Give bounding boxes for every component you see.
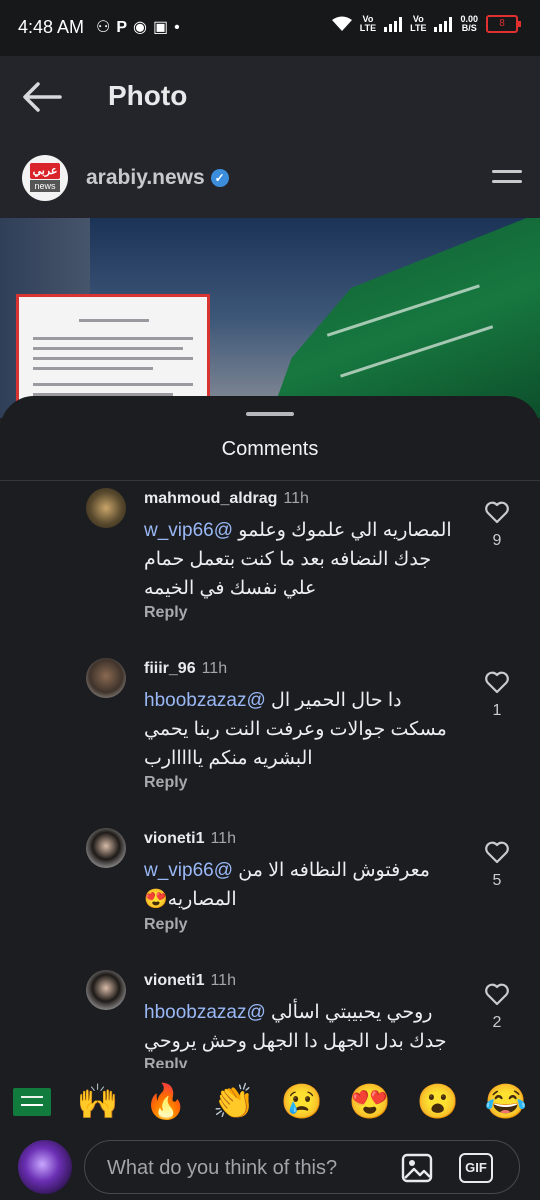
comment-text-part: روحي يحبيبتي اسألي [265, 1002, 433, 1023]
mention-link[interactable]: @w_vip66 [144, 520, 233, 541]
comment-time: 11h [201, 660, 228, 677]
logo-bottom: news [30, 180, 60, 192]
status-time: 4:48 AM [18, 17, 85, 37]
comment-text-part: جدك النضافه بعد ما كنت بتعمل حمام علي نف… [144, 549, 432, 599]
comment-item: vioneti1 11h روحي يحبيبتي اسألي @hboobzaz… [0, 970, 540, 1068]
comment-text-part: دا حال الحمير ال [265, 690, 402, 711]
net-speed-label: 0.00 B/S [460, 14, 478, 33]
like-count: 5 [492, 872, 502, 889]
post-header: عربي news arabiy.news ✓ [0, 140, 540, 218]
comment-username[interactable]: vioneti1 11h [144, 972, 236, 990]
status-system-icons: Vo LTE Vo LTE 0.00 B/S 8 [331, 14, 521, 33]
comment-item: vioneti1 11h معرفتوش النظافه الا من @w_vi… [0, 828, 540, 938]
signal-icon-1 [384, 16, 403, 32]
reply-button[interactable]: Reply [144, 1056, 188, 1068]
like-count: 1 [492, 702, 502, 719]
raised-hands-emoji-button[interactable]: 🙌 [77, 1082, 119, 1122]
comment-time: 11h [283, 490, 309, 507]
drag-handle[interactable] [246, 412, 294, 416]
logo-top: عربي [30, 163, 60, 179]
laughing-emoji-button[interactable]: 😂 [485, 1082, 527, 1122]
commenter-avatar[interactable] [86, 658, 126, 698]
user-avatar[interactable] [18, 1140, 72, 1194]
comment-text: دا حال الحمير ال @hboobzazaz مسكت جوالات… [144, 686, 460, 773]
status-notification-icons: ⚇P◉▣• [96, 17, 186, 37]
comment-composer: GIF [0, 1134, 540, 1200]
comment-text: روحي يحبيبتي اسألي @hboobzazaz جدك بدل ا… [144, 998, 460, 1056]
like-count: 2 [492, 1014, 502, 1031]
battery-icon: 8 [486, 15, 521, 33]
cast-icon: ▣ [152, 19, 175, 36]
username-text: fiiir_96 [144, 660, 196, 677]
comment-input[interactable] [105, 1153, 389, 1183]
heart-eyes-emoji-button[interactable]: 😍 [349, 1082, 391, 1122]
username-text: mahmoud_aldrag [144, 490, 278, 507]
comment-time: 11h [210, 972, 236, 989]
post-photo[interactable] [0, 218, 540, 418]
comment-text-part: مسكت جوالات وعرفت النت ربنا يحمي البشريه… [144, 719, 447, 769]
gamepad-icon: ⚇ [96, 19, 117, 36]
comment-username[interactable]: mahmoud_aldrag 11h [144, 490, 309, 508]
mention-link[interactable]: @w_vip66 [144, 860, 233, 881]
emoji-quick-bar: 🙌 🔥 👏 😢 😍 😮 😂 [0, 1078, 540, 1126]
comment-input-container: GIF [84, 1140, 520, 1194]
comment-text: المصاريه الي علموك وعلمو @w_vip66 جدك ال… [144, 516, 460, 603]
comment-text-part: جدك بدل الجهل دا الجهل وحش يروحي [144, 1031, 447, 1052]
page-title: Photo [108, 80, 188, 111]
crying-emoji-button[interactable]: 😢 [281, 1082, 323, 1122]
top-app-bar: Photo [0, 56, 540, 140]
status-bar: 4:48 AM ⚇P◉▣• Vo LTE Vo LTE 0.00 B/S 8 [0, 0, 540, 56]
commenter-avatar[interactable] [86, 488, 126, 528]
hotspot-icon: ◉ [133, 19, 153, 36]
surprised-emoji-button[interactable]: 😮 [417, 1082, 459, 1122]
mention-link[interactable]: @hboobzazaz [144, 1002, 266, 1023]
username-text: vioneti1 [144, 972, 205, 989]
verified-badge-icon: ✓ [210, 169, 229, 188]
comment-text-part: معرفتوش النظافه الا من [233, 860, 430, 881]
account-handle-text: arabiy.news [86, 166, 205, 189]
heart-icon[interactable] [484, 670, 510, 694]
username-text: vioneti1 [144, 830, 205, 847]
p-icon: P [116, 19, 134, 36]
signal-icon-2 [434, 16, 453, 32]
reply-button[interactable]: Reply [144, 604, 188, 622]
dot-icon: • [174, 19, 186, 36]
sheet-title: Comments [221, 438, 319, 460]
options-menu-icon[interactable] [492, 170, 522, 190]
heart-icon[interactable] [484, 982, 510, 1006]
image-icon[interactable] [401, 1153, 433, 1183]
comment-username[interactable]: vioneti1 11h [144, 830, 236, 848]
comment-time: 11h [210, 830, 236, 847]
comment-item: mahmoud_aldrag 11h المصاريه الي علموك وعل… [0, 488, 540, 628]
account-handle[interactable]: arabiy.news ✓ [86, 166, 229, 190]
saudi-flag-emoji-button[interactable] [12, 1088, 51, 1116]
comment-text-part: المصاريه الي علموك وعلمو [233, 520, 452, 541]
wifi-icon [331, 16, 352, 31]
back-arrow-icon[interactable] [22, 80, 62, 114]
commenter-avatar[interactable] [86, 828, 126, 868]
divider [0, 480, 540, 481]
volte-label-1: Vo LTE [359, 14, 377, 33]
gif-button[interactable]: GIF [459, 1153, 493, 1183]
heart-icon[interactable] [484, 840, 510, 864]
heart-icon[interactable] [484, 500, 510, 524]
fire-emoji-button[interactable]: 🔥 [145, 1082, 187, 1122]
commenter-avatar[interactable] [86, 970, 126, 1010]
reply-button[interactable]: Reply [144, 916, 188, 934]
like-count: 9 [492, 532, 502, 549]
comment-text: معرفتوش النظافه الا من @w_vip66 المصاريه… [144, 856, 460, 914]
mention-link[interactable]: @hboobzazaz [144, 690, 266, 711]
clapping-emoji-button[interactable]: 👏 [213, 1082, 255, 1122]
volte-label-2: Vo LTE [410, 14, 427, 33]
comment-item: fiiir_96 11h دا حال الحمير ال @hboobzazaz… [0, 658, 540, 798]
account-avatar[interactable]: عربي news [22, 155, 68, 201]
reply-button[interactable]: Reply [144, 774, 188, 792]
comment-text-part: المصاريه😍 [144, 889, 237, 910]
comment-username[interactable]: fiiir_96 11h [144, 660, 227, 678]
